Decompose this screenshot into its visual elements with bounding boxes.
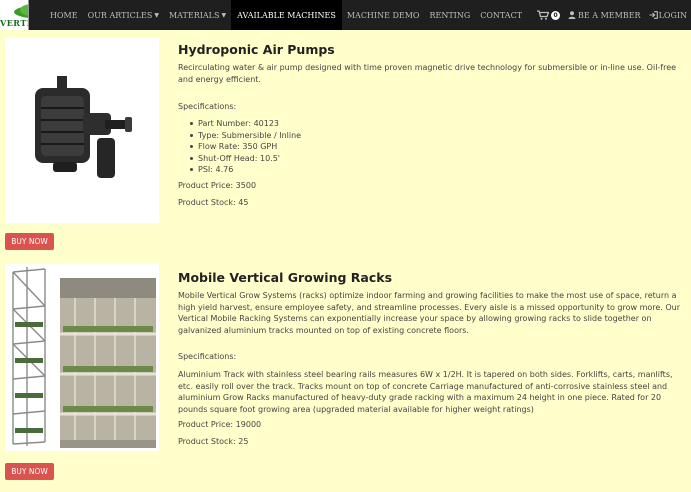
- user-icon: [568, 11, 576, 19]
- cart-link[interactable]: 0: [533, 0, 564, 30]
- nav-menu: HOME OUR ARTICLES ▼ MATERIALS ▼ AVAILABLE …: [45, 0, 527, 30]
- nav-machine-demo-label: MACHINE DEMO: [346, 10, 420, 20]
- nav-renting-label: RENTING: [429, 10, 471, 20]
- nav-available-machines[interactable]: AVAILABLE MACHINES: [231, 0, 342, 30]
- login-link[interactable]: LOGIN: [645, 0, 691, 30]
- specifications-label: Specifications:: [178, 352, 237, 361]
- product-description: Recirculating water & air pump designed …: [178, 63, 677, 84]
- product-price: Product Price: 19000: [178, 420, 262, 429]
- product-price: Product Price: 3500: [178, 181, 257, 190]
- brand-logo[interactable]: VERTIFARM: [0, 0, 29, 30]
- growing-racks-image: [12, 267, 156, 448]
- nav-materials[interactable]: MATERIALS ▼: [164, 0, 231, 30]
- product-image-growing-racks: [5, 264, 159, 451]
- nav-contact[interactable]: CONTACT: [475, 0, 527, 30]
- cart-icon: [537, 10, 550, 20]
- nav-available-machines-label: AVAILABLE MACHINES: [237, 10, 336, 20]
- caret-down-icon: ▼: [221, 11, 227, 19]
- spec-item: PSI: 4.76: [178, 164, 478, 176]
- nav-renting[interactable]: RENTING: [424, 0, 475, 30]
- nav-home[interactable]: HOME: [45, 0, 83, 30]
- product-title: Hydroponic Air Pumps: [178, 42, 335, 57]
- product-image-air-pump: [5, 38, 159, 223]
- spec-item: Shut-Off Head: 10.5': [178, 153, 478, 165]
- brand-name: VERTIFARM: [0, 18, 28, 28]
- air-pump-image: [35, 76, 132, 178]
- login-label: LOGIN: [658, 10, 687, 20]
- navbar: VERTIFARM HOME OUR ARTICLES▼ MATERIALS▼ …: [0, 0, 691, 30]
- cart-count-badge: 0: [551, 10, 561, 20]
- specifications-text: Aluminium Track with stainless steel bea…: [178, 370, 673, 414]
- product-stock: Product Stock: 45: [178, 198, 249, 207]
- product-title: Mobile Vertical Growing Racks: [178, 270, 393, 285]
- nav-our-articles-label: OUR ARTICLES: [87, 10, 153, 20]
- product-description: Mobile Vertical Grow Systems (racks) opt…: [178, 291, 681, 335]
- nav-machine-demo[interactable]: MACHINE DEMO: [342, 0, 425, 30]
- nav-contact-label: CONTACT: [480, 10, 523, 20]
- specifications-label: Specifications:: [178, 102, 237, 111]
- buy-now-button[interactable]: BUY NOW: [5, 463, 54, 480]
- product-stock: Product Stock: 25: [178, 437, 249, 446]
- caret-down-icon: ▼: [154, 11, 159, 19]
- nav-home-label: HOME: [50, 10, 78, 20]
- specifications-list: Part Number: 40123 Type: Submersible / I…: [178, 118, 478, 176]
- nav-materials-label: MATERIALS: [168, 10, 220, 20]
- nav-right: 0 BE A MEMBER LOGIN: [533, 0, 691, 30]
- sign-in-icon: [649, 11, 658, 19]
- be-a-member-link[interactable]: BE A MEMBER: [564, 0, 645, 30]
- spec-item: Type: Submersible / Inline: [178, 130, 478, 142]
- spec-item: Flow Rate: 350 GPH: [178, 141, 478, 153]
- nav-our-articles[interactable]: OUR ARTICLES ▼: [83, 0, 164, 30]
- be-a-member-label: BE A MEMBER: [578, 10, 641, 20]
- buy-now-button[interactable]: BUY NOW: [5, 233, 54, 250]
- spec-item: Part Number: 40123: [178, 118, 478, 130]
